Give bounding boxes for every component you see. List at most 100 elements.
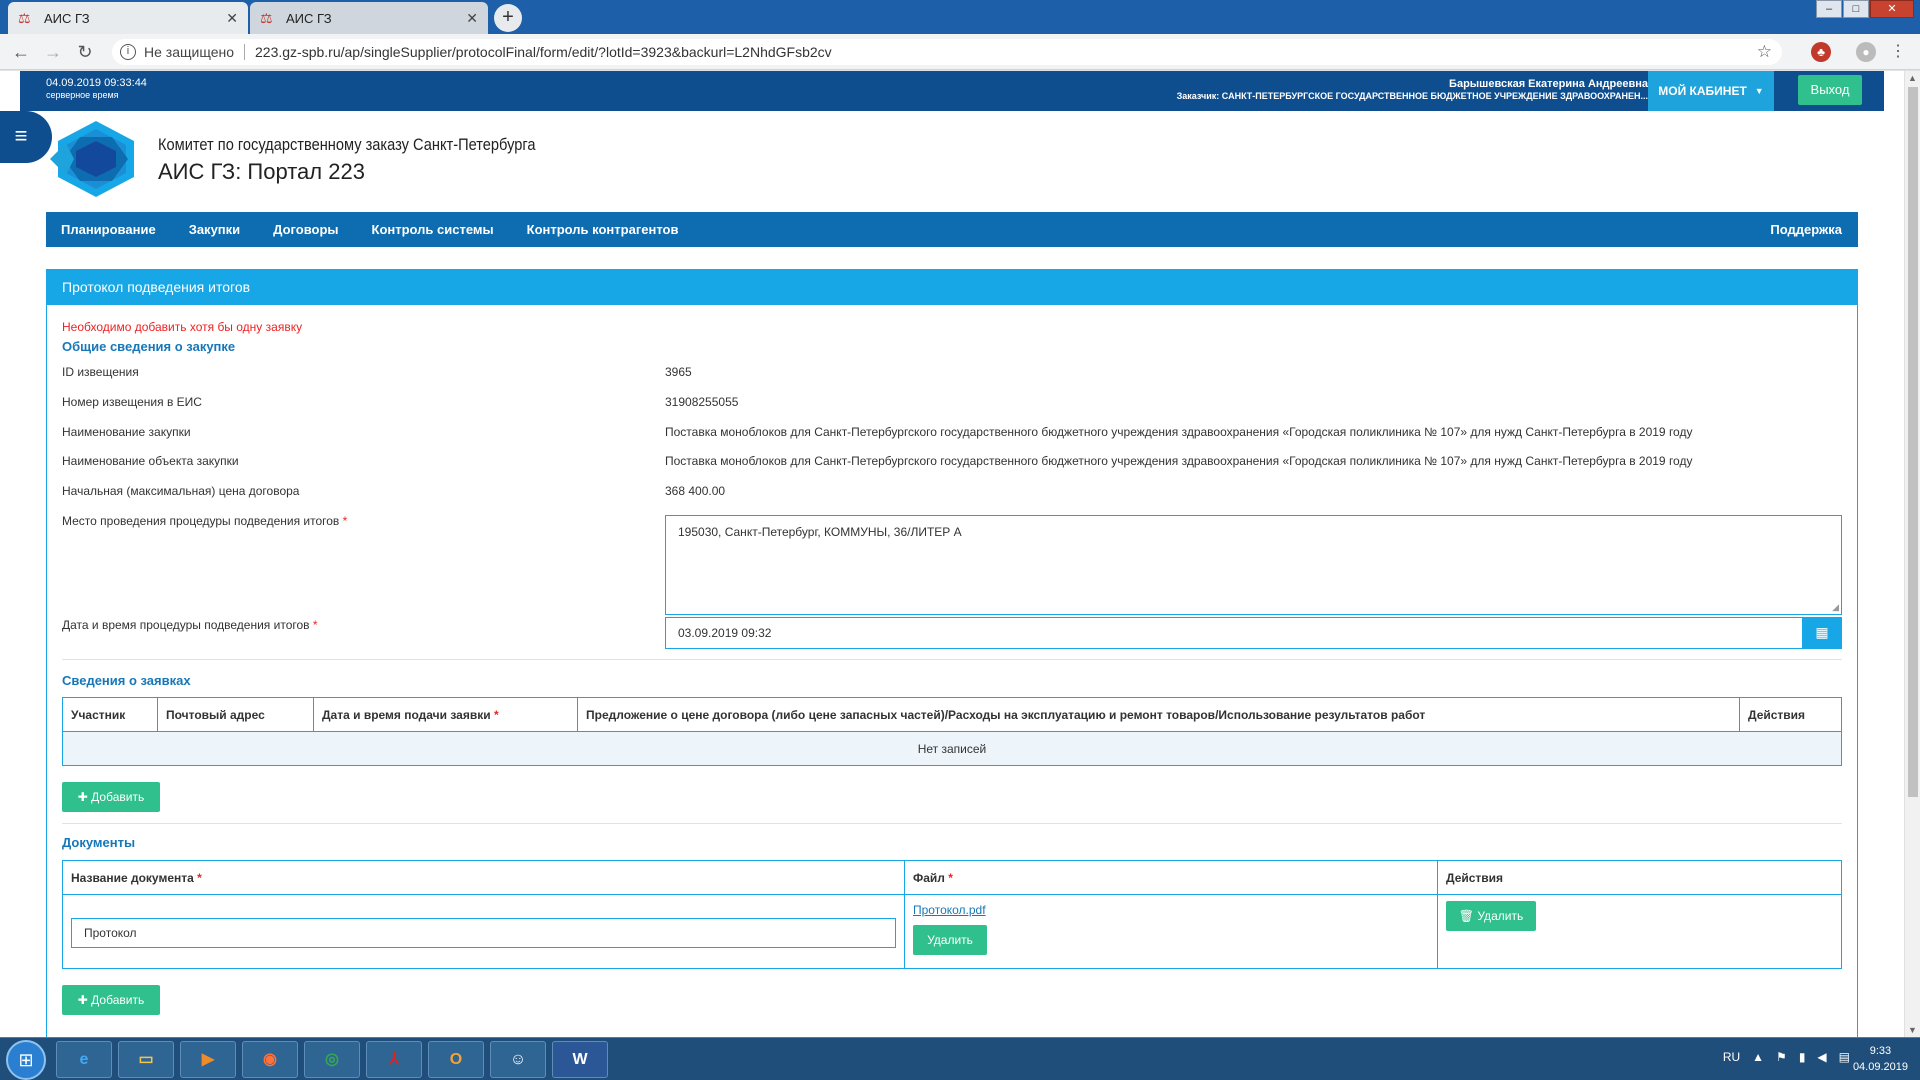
required-mark: * — [197, 870, 202, 885]
network-icon[interactable]: ▤ — [1839, 1050, 1850, 1064]
firefox-icon[interactable]: ◉ — [242, 1041, 298, 1078]
taskbar-clock[interactable]: 9:33 04.09.2019 — [1853, 1043, 1908, 1075]
panel-title: Протокол подведения итогов — [47, 269, 1857, 305]
nav-item-system-control[interactable]: Контроль системы — [372, 222, 494, 237]
resize-grip-icon[interactable]: ◢ — [1832, 602, 1839, 613]
outlook-icon[interactable]: O — [428, 1041, 484, 1078]
place-textarea[interactable]: 195030, Санкт-Петербург, КОММУНЫ, 36/ЛИТ… — [665, 515, 1842, 615]
file-link[interactable]: Протокол.pdf — [913, 903, 986, 917]
documents-table: Название документа * Файл * Действия Про… — [62, 860, 1842, 969]
browser-tab-bar: ⚖ АИС ГЗ ✕ ⚖ АИС ГЗ ✕ + – □ ✕ — [0, 0, 1920, 34]
nav-item-purchases[interactable]: Закупки — [189, 222, 240, 237]
bookmark-star-icon[interactable]: ☆ — [1757, 42, 1772, 62]
col-file-text: Файл — [913, 870, 945, 885]
info-icon[interactable]: i — [120, 44, 136, 60]
notice-id-label: ID извещения — [62, 365, 139, 379]
initial-price-value: 368 400.00 — [665, 484, 726, 498]
scrollbar-thumb[interactable] — [1908, 87, 1918, 797]
col-price-offer: Предложение о цене договора (либо цене з… — [577, 697, 1740, 732]
nav-item-support[interactable]: Поддержка — [1770, 222, 1842, 237]
start-button-icon[interactable]: ⊞ — [6, 1040, 46, 1080]
protocol-form-panel: Протокол подведения итогов Необходимо до… — [46, 269, 1858, 1037]
top-info-strip: 04.09.2019 09:33:44 серверное время Бары… — [20, 71, 1884, 111]
page-scrollbar[interactable]: ▲ ▼ — [1904, 71, 1920, 1037]
browser-tab-active[interactable]: ⚖ АИС ГЗ ✕ — [8, 2, 248, 34]
reload-icon[interactable]: ↻ — [74, 41, 96, 63]
browser-tab-inactive[interactable]: ⚖ АИС ГЗ ✕ — [250, 2, 488, 34]
file-cell: Протокол.pdf Удалить — [904, 894, 1438, 969]
site-favicon-icon: ⚖ — [260, 10, 273, 26]
acrobat-icon[interactable]: ⅄ — [366, 1041, 422, 1078]
col-file: Файл * — [904, 860, 1438, 895]
customer-name: Заказчик: САНКТ-ПЕТЕРБУРГСКОЕ ГОСУДАРСТВ… — [1176, 91, 1648, 101]
server-time-label: серверное время — [46, 90, 119, 100]
tab-title: АИС ГЗ — [44, 10, 90, 26]
col-document-name-text: Название документа — [71, 870, 194, 885]
scroll-up-icon[interactable]: ▲ — [1908, 73, 1917, 83]
doc-actions-cell: 🗑 Удалить — [1437, 894, 1842, 969]
profile-avatar-icon[interactable]: ● — [1856, 42, 1876, 62]
purchase-object-value: Поставка моноблоков для Санкт-Петербургс… — [665, 454, 1693, 468]
logout-button[interactable]: Выход — [1798, 75, 1862, 105]
col-doc-actions: Действия — [1437, 860, 1842, 895]
document-name-input[interactable]: Протокол — [71, 917, 896, 948]
tray-arrow-icon[interactable]: ▲ — [1752, 1050, 1764, 1064]
add-document-label: Добавить — [91, 993, 145, 1007]
taskbar-date: 04.09.2019 — [1852, 1061, 1908, 1073]
media-player-icon[interactable]: ▶ — [180, 1041, 236, 1078]
nav-item-contracts[interactable]: Договоры — [273, 222, 338, 237]
language-indicator[interactable]: RU — [1723, 1050, 1740, 1064]
system-tray: RU ▲ ⚑ ▮ ◀ ▤ — [1711, 1050, 1850, 1064]
initial-price-label: Начальная (максимальная) цена договора — [62, 484, 300, 498]
place-value: 195030, Санкт-Петербург, КОММУНЫ, 36/ЛИТ… — [678, 525, 962, 539]
address-bar[interactable]: i Не защищено 223.gz-spb.ru/ap/singleSup… — [112, 39, 1782, 65]
col-submission-date: Дата и время подачи заявки * — [313, 697, 578, 732]
calendar-icon[interactable]: ▦ — [1802, 617, 1842, 649]
table-row: Нет записей — [62, 731, 1842, 766]
my-cabinet-dropdown[interactable]: МОЙ КАБИНЕТ ▼ — [1648, 71, 1774, 111]
add-document-button[interactable]: ✚ Добавить — [62, 985, 160, 1015]
col-actions: Действия — [1739, 697, 1842, 732]
delete-document-label: Удалить — [1477, 909, 1524, 923]
tab-close-icon[interactable]: ✕ — [466, 10, 478, 27]
browser-toolbar: ← → ↻ i Не защищено 223.gz-spb.ru/ap/sin… — [0, 34, 1920, 70]
nav-item-counterparty-control[interactable]: Контроль контрагентов — [527, 222, 679, 237]
validation-error: Необходимо добавить хотя бы одну заявку — [62, 320, 303, 334]
explorer-folder-icon[interactable]: ▭ — [118, 1041, 174, 1078]
delete-document-button[interactable]: 🗑 Удалить — [1446, 901, 1536, 931]
volume-icon[interactable]: ◀ — [1817, 1050, 1826, 1064]
maximize-button[interactable]: □ — [1843, 0, 1869, 18]
add-application-label: Добавить — [91, 790, 145, 804]
word-icon[interactable]: W — [552, 1041, 608, 1078]
forward-icon[interactable]: → — [42, 41, 64, 63]
extension-icon[interactable]: ♣ — [1811, 42, 1831, 62]
required-mark: * — [493, 707, 499, 722]
documents-section-title: Документы — [62, 835, 136, 850]
applications-section-title: Сведения о заявках — [62, 673, 191, 688]
ie-icon[interactable]: e — [56, 1041, 112, 1078]
date-input[interactable]: 03.09.2019 09:32 ▦ — [665, 617, 1842, 649]
close-window-button[interactable]: ✕ — [1870, 0, 1914, 18]
minimize-button[interactable]: – — [1816, 0, 1842, 18]
delete-file-button[interactable]: Удалить — [913, 925, 987, 955]
nav-item-planning[interactable]: Планирование — [61, 222, 156, 237]
url-text[interactable]: 223.gz-spb.ru/ap/singleSupplier/protocol… — [255, 44, 832, 60]
battery-icon[interactable]: ▮ — [1799, 1050, 1806, 1064]
flag-icon[interactable]: ⚑ — [1776, 1050, 1787, 1064]
add-application-button[interactable]: ✚ Добавить — [62, 782, 160, 812]
taskbar-time: 9:33 — [1869, 1045, 1892, 1057]
windows-taskbar: ⊞ e ▭ ▶ ◉ ◎ ⅄ O ☺ W RU ▲ ⚑ ▮ ◀ ▤ 9:33 04… — [0, 1037, 1920, 1080]
scroll-down-icon[interactable]: ▼ — [1908, 1025, 1917, 1035]
chrome-icon[interactable]: ◎ — [304, 1041, 360, 1078]
tab-close-icon[interactable]: ✕ — [226, 10, 238, 27]
user-app-icon[interactable]: ☺ — [490, 1041, 546, 1078]
browser-menu-icon[interactable]: ⋮ — [1888, 42, 1908, 62]
caret-down-icon: ▼ — [1754, 86, 1764, 96]
back-icon[interactable]: ← — [10, 41, 32, 63]
hamburger-menu-icon[interactable]: ≡ — [0, 111, 52, 163]
tab-title: АИС ГЗ — [286, 10, 332, 26]
table-row: Протокол Протокол.pdf Удалить 🗑 Удалить — [62, 894, 1842, 969]
site-favicon-icon: ⚖ — [18, 10, 31, 26]
new-tab-button[interactable]: + — [494, 4, 522, 32]
place-label: Место проведения процедуры подведения ит… — [62, 514, 347, 528]
